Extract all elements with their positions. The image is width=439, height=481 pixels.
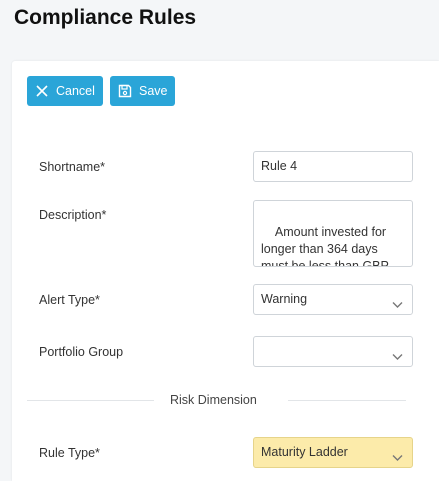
description-textarea[interactable]: Amount invested for longer than 364 days… [253, 200, 413, 267]
save-icon [118, 84, 132, 98]
chevron-down-icon [391, 345, 404, 360]
description-text: Amount invested for longer than 364 days… [261, 225, 389, 267]
save-button-label: Save [139, 84, 168, 98]
rule-type-value: Maturity Ladder [261, 445, 348, 459]
section-heading: Risk Dimension [170, 393, 257, 407]
rule-type-select[interactable]: Maturity Ladder [253, 437, 413, 468]
portfolio-group-select[interactable] [253, 336, 413, 367]
description-label: Description* [39, 208, 107, 222]
shortname-label: Shortname* [39, 160, 106, 174]
cancel-button-label: Cancel [56, 84, 95, 98]
rule-form-card: Cancel Save Shortname* Rule 4 Descriptio… [12, 61, 439, 481]
chevron-down-icon [391, 293, 404, 308]
alert-type-label: Alert Type* [39, 293, 100, 307]
alert-type-value: Warning [261, 292, 308, 306]
close-icon [35, 84, 49, 98]
divider-right [288, 400, 406, 401]
shortname-input[interactable]: Rule 4 [253, 151, 413, 182]
rule-type-label: Rule Type* [39, 446, 100, 460]
portfolio-group-label: Portfolio Group [39, 345, 124, 359]
save-button[interactable]: Save [110, 76, 175, 106]
divider-left [27, 400, 154, 401]
chevron-down-icon [391, 446, 404, 461]
resize-grip-icon[interactable] [403, 257, 410, 264]
cancel-button[interactable]: Cancel [27, 76, 103, 106]
page-title: Compliance Rules [14, 6, 197, 29]
alert-type-select[interactable]: Warning [253, 284, 413, 315]
